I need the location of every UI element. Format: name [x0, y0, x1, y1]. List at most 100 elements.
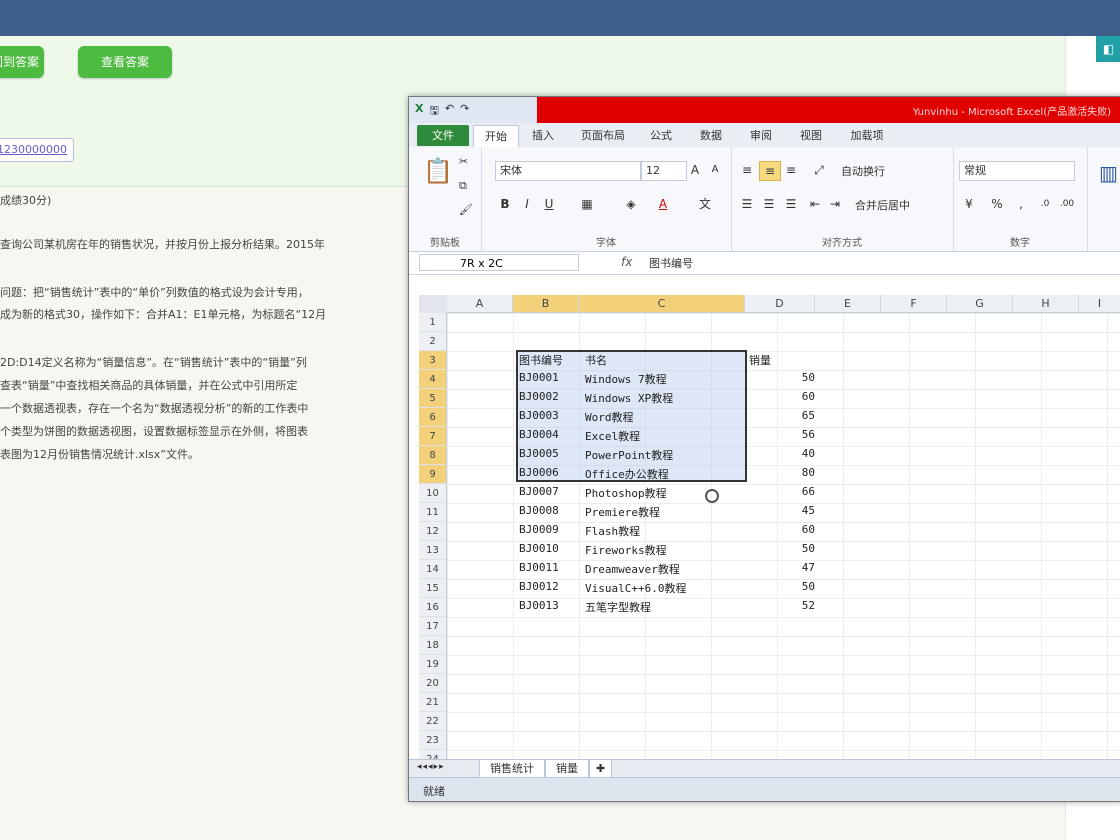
sales-qty-cell[interactable]: 50	[779, 580, 815, 593]
view-answer-button[interactable]: 查看答案	[78, 46, 172, 78]
align-left-icon[interactable]: ☰	[737, 195, 757, 213]
header-book-name[interactable]: 书名	[585, 352, 607, 368]
undo-icon[interactable]: ↶	[445, 102, 454, 121]
row-header[interactable]: 10	[419, 484, 447, 503]
column-header-a[interactable]: A	[447, 295, 513, 313]
sales-qty-cell[interactable]: 52	[779, 599, 815, 612]
redo-icon[interactable]: ↷	[460, 102, 469, 121]
row-header[interactable]: 15	[419, 579, 447, 598]
header-sales[interactable]: 销量	[749, 352, 771, 368]
tab-addins[interactable]: 加载项	[843, 125, 891, 146]
book-name-cell[interactable]: Flash教程	[585, 523, 640, 539]
new-sheet-icon[interactable]: ✚	[589, 760, 613, 778]
book-id-cell[interactable]: BJ0003	[519, 409, 559, 422]
tab-file[interactable]: 文件	[417, 125, 469, 146]
book-name-cell[interactable]: Dreamweaver教程	[585, 561, 680, 577]
row-header[interactable]: 14	[419, 560, 447, 579]
decrease-indent-icon[interactable]: ⇤	[805, 195, 825, 213]
paste-icon[interactable]: 📋	[423, 157, 453, 185]
row-header[interactable]: 19	[419, 655, 447, 674]
row-header[interactable]: 21	[419, 693, 447, 712]
row-header[interactable]: 7	[419, 427, 447, 446]
book-id-cell[interactable]: BJ0012	[519, 580, 559, 593]
book-id-cell[interactable]: BJ0004	[519, 428, 559, 441]
row-header[interactable]: 6	[419, 408, 447, 427]
sales-qty-cell[interactable]: 65	[779, 409, 815, 422]
back-to-answer-button[interactable]: 回到答案	[0, 46, 44, 78]
sales-qty-cell[interactable]: 50	[779, 542, 815, 555]
column-header-i[interactable]: I	[1079, 295, 1120, 313]
column-header-b[interactable]: B	[513, 295, 579, 313]
row-header[interactable]: 5	[419, 389, 447, 408]
align-right-icon[interactable]: ☰	[781, 195, 801, 213]
font-name-select[interactable]: 宋体	[495, 161, 641, 181]
column-header-e[interactable]: E	[815, 295, 881, 313]
row-header[interactable]: 3	[419, 351, 447, 370]
column-header-g[interactable]: G	[947, 295, 1013, 313]
row-header[interactable]: 4	[419, 370, 447, 389]
book-id-cell[interactable]: BJ0010	[519, 542, 559, 555]
sales-qty-cell[interactable]: 40	[779, 447, 815, 460]
tab-review[interactable]: 审阅	[743, 125, 779, 146]
column-header-c[interactable]: C	[579, 295, 745, 313]
book-id-cell[interactable]: BJ0006	[519, 466, 559, 479]
row-header[interactable]: 8	[419, 446, 447, 465]
row-header[interactable]: 20	[419, 674, 447, 693]
row-header[interactable]: 1	[419, 313, 447, 332]
align-bottom-icon[interactable]: ≡	[781, 161, 801, 179]
orientation-icon[interactable]: ⤢	[809, 161, 829, 179]
fill-color-icon[interactable]: ◈	[621, 195, 641, 213]
sidebar-tab[interactable]: ◧	[1096, 36, 1120, 62]
borders-icon[interactable]: ▦	[577, 195, 597, 213]
select-all-corner[interactable]	[419, 295, 448, 314]
sheet-tab-sales-stats[interactable]: 销售统计	[479, 760, 545, 778]
row-header[interactable]: 9	[419, 465, 447, 484]
book-name-cell[interactable]: Windows 7教程	[585, 371, 667, 387]
formula-input[interactable]: 图书编号	[649, 255, 693, 271]
book-id-cell[interactable]: BJ0008	[519, 504, 559, 517]
conditional-format-icon[interactable]: ▥	[1099, 161, 1118, 185]
tab-formulas[interactable]: 公式	[643, 125, 679, 146]
sales-qty-cell[interactable]: 60	[779, 523, 815, 536]
row-header[interactable]: 16	[419, 598, 447, 617]
book-id-cell[interactable]: BJ0011	[519, 561, 559, 574]
book-name-cell[interactable]: Premiere教程	[585, 504, 660, 520]
book-id-cell[interactable]: BJ0009	[519, 523, 559, 536]
row-header[interactable]: 12	[419, 522, 447, 541]
sales-qty-cell[interactable]: 56	[779, 428, 815, 441]
sales-qty-cell[interactable]: 47	[779, 561, 815, 574]
font-size-select[interactable]: 12	[641, 161, 687, 181]
bold-icon[interactable]: B	[495, 195, 515, 213]
percent-icon[interactable]: %	[987, 195, 1007, 213]
sheet-nav-arrows-icon[interactable]: ◂◂◂▸▸	[417, 762, 445, 772]
tab-data[interactable]: 数据	[693, 125, 729, 146]
tab-home[interactable]: 开始	[473, 125, 519, 147]
phonetic-icon[interactable]: 文	[695, 195, 715, 213]
row-header[interactable]: 11	[419, 503, 447, 522]
decrease-decimal-icon[interactable]: .00	[1057, 195, 1077, 213]
row-header[interactable]: 23	[419, 731, 447, 750]
copy-icon[interactable]: ⧉	[459, 179, 467, 193]
book-name-cell[interactable]: PowerPoint教程	[585, 447, 673, 463]
book-name-cell[interactable]: Windows XP教程	[585, 390, 673, 406]
sales-qty-cell[interactable]: 80	[779, 466, 815, 479]
increase-indent-icon[interactable]: ⇥	[825, 195, 845, 213]
book-name-cell[interactable]: Photoshop教程	[585, 485, 667, 501]
book-id-cell[interactable]: BJ0005	[519, 447, 559, 460]
comma-icon[interactable]: ,	[1011, 195, 1031, 213]
underline-icon[interactable]: U	[539, 195, 559, 213]
row-header[interactable]: 13	[419, 541, 447, 560]
answer-link[interactable]: 1230000000	[0, 138, 74, 162]
italic-icon[interactable]: I	[517, 195, 537, 213]
book-name-cell[interactable]: VisualC++6.0教程	[585, 580, 686, 596]
number-format-select[interactable]: 常规	[959, 161, 1075, 181]
grow-font-icon[interactable]: A	[685, 161, 705, 179]
sales-qty-cell[interactable]: 50	[779, 371, 815, 384]
tab-page-layout[interactable]: 页面布局	[573, 125, 633, 146]
currency-icon[interactable]: ¥	[959, 195, 979, 213]
column-header-h[interactable]: H	[1013, 295, 1079, 313]
book-name-cell[interactable]: 五笔字型教程	[585, 599, 651, 615]
row-header[interactable]: 2	[419, 332, 447, 351]
increase-decimal-icon[interactable]: .0	[1035, 195, 1055, 213]
shrink-font-icon[interactable]: A	[705, 161, 725, 179]
